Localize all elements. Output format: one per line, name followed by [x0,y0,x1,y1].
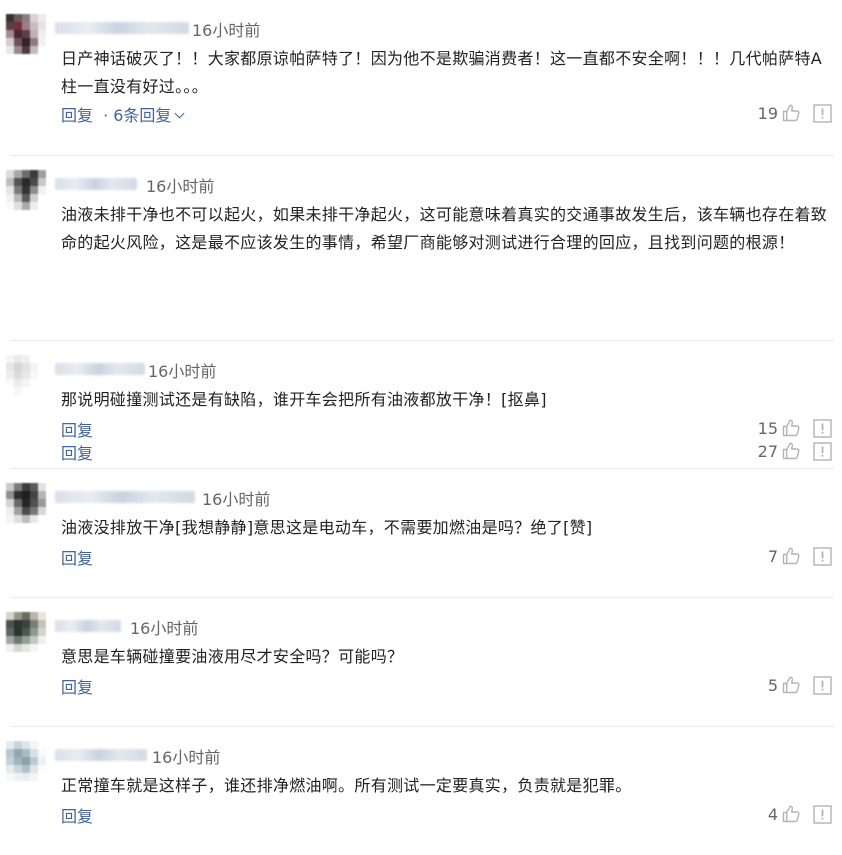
like-count: 4 [767,804,778,824]
avatar[interactable] [6,355,46,395]
comment-item: 16小时前 油液没排放干净[我想静静]意思这是电动车，不需要加燃油是吗？绝了[赞… [0,469,842,598]
username-blurred[interactable] [55,178,137,190]
reply-actions: 回复 · [61,545,93,569]
replies-count-label: 6条回复 [113,106,172,125]
like-area: 4 [768,803,832,825]
comment-time: 16小时前 [192,21,261,40]
like-area: 5 [768,674,832,696]
reply-actions: 回复 · [61,803,93,827]
thumbs-up-icon[interactable] [781,103,801,123]
avatar[interactable] [6,612,46,652]
like-count: 19 [757,103,778,123]
username-blurred[interactable] [55,22,189,34]
reply-actions: 回复 · 6条回复 [61,102,185,126]
comment-time: 16小时前 [148,362,217,381]
chevron-down-icon [174,108,185,119]
like-area: 15 [758,417,832,439]
reply-button[interactable]: 回复 [61,549,93,568]
report-icon[interactable] [813,804,832,824]
comment-list: 16小时前 日产神话破灭了！！大家都原谅帕萨特了！因为他不是欺骗消费者！这一直都… [0,0,842,826]
report-icon[interactable] [813,675,832,695]
comment-item: 16小时前 日产神话破灭了！！大家都原谅帕萨特了！因为他不是欺骗消费者！这一直都… [0,0,842,156]
comment-text: 那说明碰撞测试还是有缺陷，谁开车会把所有油液都放干净！[抠鼻] [61,390,547,409]
comment-text: 油液没排放干净[我想静静]意思这是电动车，不需要加燃油是吗？绝了[赞] [61,518,593,537]
report-icon[interactable] [813,546,832,566]
comment-item: 16小时前 那说明碰撞测试还是有缺陷，谁开车会把所有油液都放干净！[抠鼻] 回复… [0,341,842,469]
reply-button[interactable]: 回复 [61,106,93,125]
avatar[interactable] [6,170,46,210]
thumbs-up-icon[interactable] [781,804,801,824]
report-icon[interactable] [813,103,832,123]
comment-text: 油液未排干净也不可以起火，如果未排干净起火，这可能意味着真实的交通事故发生后，该… [61,205,828,252]
comment-item: 16小时前 意思是车辆碰撞要油液用尽才安全吗？可能吗？ 回复 · 5 [0,598,842,727]
thumbs-up-icon[interactable] [781,675,801,695]
username-blurred[interactable] [55,491,195,503]
comment-text: 日产神话破灭了！！大家都原谅帕萨特了！因为他不是欺骗消费者！这一直都不安全啊！！… [61,49,823,96]
comment-text: 正常撞车就是这样子，谁还排净燃油啊。所有测试一定要真实，负责就是犯罪。 [61,776,632,795]
reply-button[interactable]: 回复 [61,421,93,440]
comment-time: 16小时前 [130,619,199,638]
thumbs-up-icon[interactable] [781,418,801,438]
report-icon[interactable] [813,418,832,438]
like-count: 5 [767,675,778,695]
reply-button[interactable]: 回复 [61,807,93,826]
comment-time: 16小时前 [202,490,271,509]
avatar[interactable] [6,14,46,54]
like-area: 19 [758,102,832,124]
comment-item: 16小时前 油液未排干净也不可以起火，如果未排干净起火，这可能意味着真实的交通事… [0,156,842,463]
username-blurred[interactable] [55,749,147,761]
reply-button[interactable]: 回复 [61,678,93,697]
like-count: 15 [757,418,778,438]
avatar[interactable] [6,483,46,523]
avatar[interactable] [6,741,46,781]
comment-item: 16小时前 正常撞车就是这样子，谁还排净燃油啊。所有测试一定要真实，负责就是犯罪… [0,727,842,826]
username-blurred[interactable] [55,620,121,632]
like-area: 7 [768,545,832,567]
username-blurred[interactable] [55,363,145,375]
comment-time: 16小时前 [146,177,215,196]
view-replies-button[interactable]: · 6条回复 [98,106,185,125]
thumbs-up-icon[interactable] [781,546,801,566]
like-count: 7 [767,546,778,566]
comment-time: 16小时前 [152,748,221,767]
reply-actions: 回复 · [61,417,93,441]
comment-text: 意思是车辆碰撞要油液用尽才安全吗？可能吗？ [61,647,404,666]
reply-actions: 回复 · [61,674,93,698]
